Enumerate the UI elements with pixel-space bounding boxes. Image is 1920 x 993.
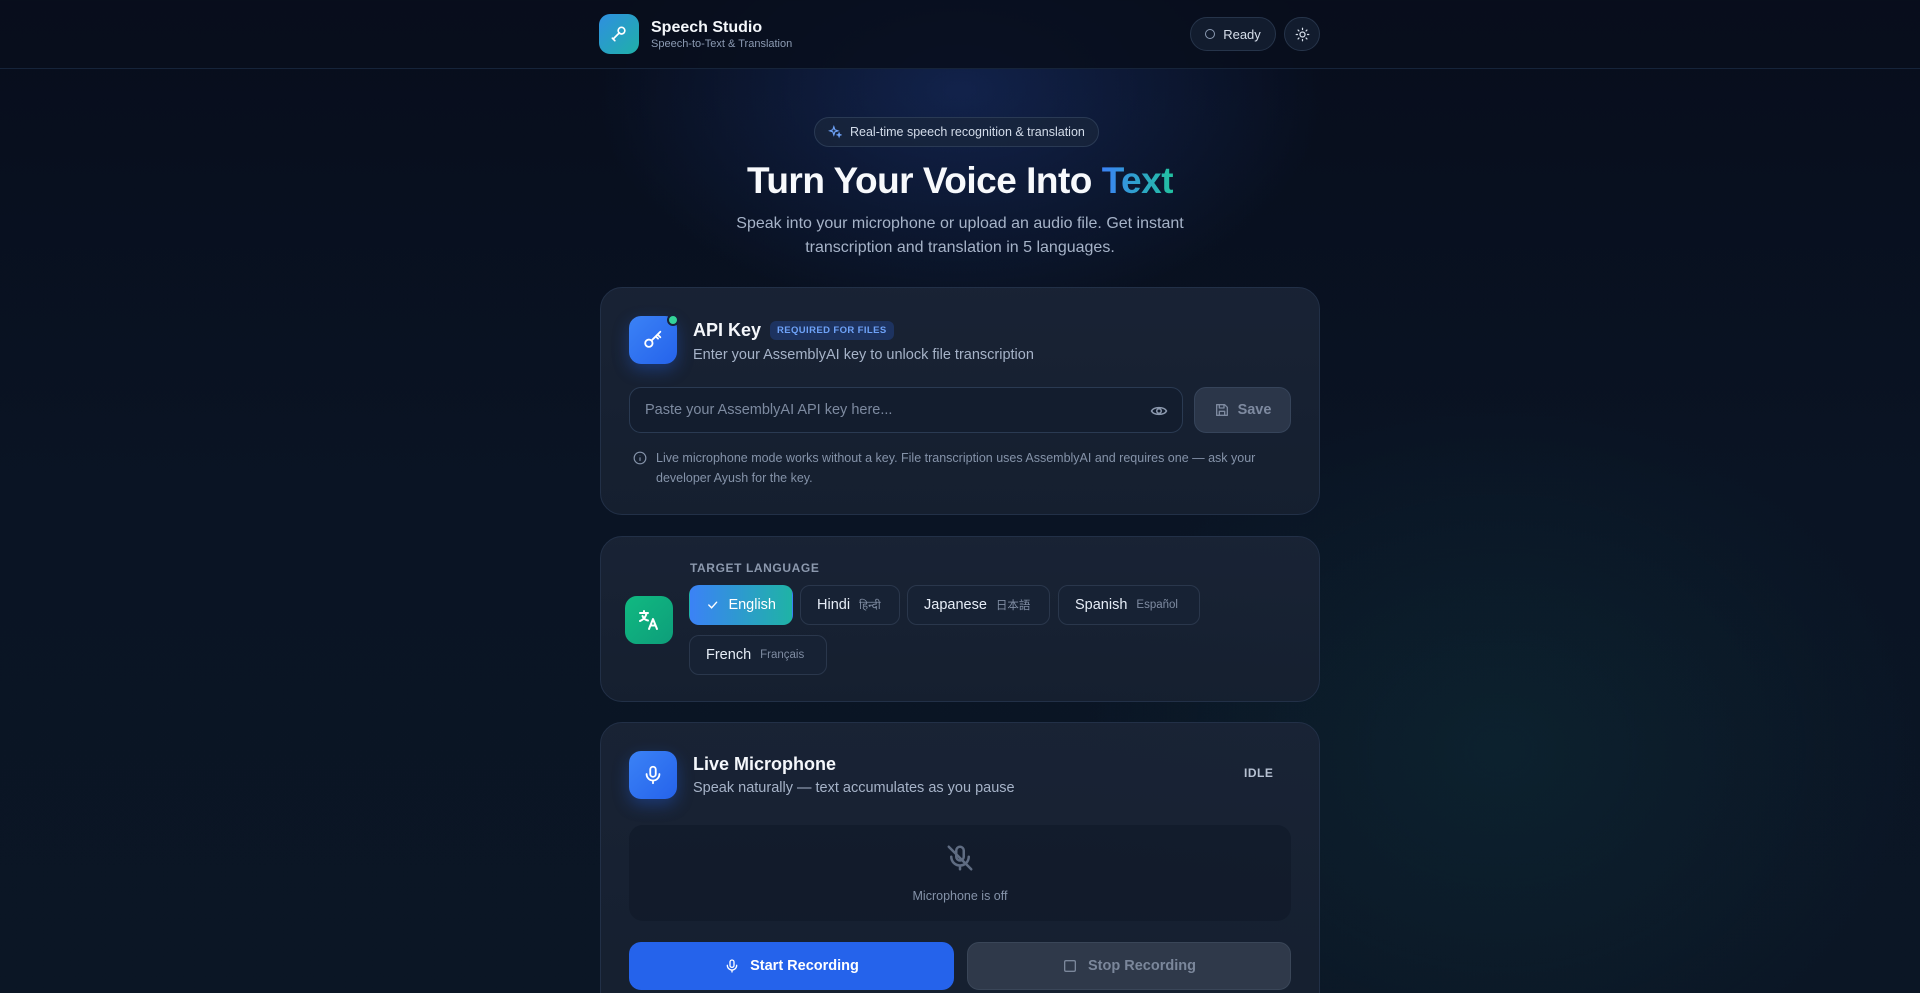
floppy-disk-icon (1215, 404, 1228, 416)
stop-square-icon (1064, 960, 1077, 972)
language-name: Spanish (1075, 597, 1128, 613)
status-text: Ready (1223, 26, 1261, 42)
live-mic-card: Live Microphone Speak naturally — text a… (600, 722, 1320, 993)
required-badge: REQUIRED FOR FILES (770, 321, 894, 340)
mic-icon (726, 959, 738, 973)
status-badge: Ready (1190, 17, 1276, 51)
hero-badge-text: Real-time speech recognition & translati… (850, 125, 1085, 139)
mic-off-label: Microphone is off (912, 889, 1008, 903)
language-option-english[interactable]: English (689, 585, 793, 625)
page-description: Speak into your microphone or upload an … (736, 215, 1184, 256)
language-name: English (728, 597, 776, 613)
language-card: TARGET LANGUAGE English Hindi हिन्दी Jap… (600, 536, 1320, 702)
start-recording-button[interactable]: Start Recording (629, 942, 954, 990)
app-subtitle: Speech-to-Text & Translation (651, 37, 793, 50)
language-name: Hindi (817, 597, 851, 613)
sun-icon (1295, 27, 1309, 41)
language-option-hindi[interactable]: Hindi हिन्दी (800, 585, 900, 625)
page-title-accent: Text (1101, 160, 1174, 201)
api-key-field (629, 387, 1183, 433)
language-option-french[interactable]: French Français (689, 635, 827, 675)
status-dot-icon (1205, 29, 1216, 39)
hero-badge: Real-time speech recognition & translati… (814, 117, 1099, 147)
key-status-dot (667, 314, 679, 326)
start-recording-label: Start Recording (750, 958, 859, 974)
mic-state-badge: IDLE (1244, 766, 1274, 780)
language-native: Español (1136, 599, 1178, 611)
stop-recording-label: Stop Recording (1088, 958, 1196, 974)
live-mic-subtitle: Speak naturally — text accumulates as yo… (693, 780, 1015, 796)
stop-recording-button[interactable]: Stop Recording (967, 942, 1291, 990)
language-label: TARGET LANGUAGE (690, 561, 820, 575)
page-title-main: Turn Your Voice Into (746, 160, 1092, 201)
language-option-spanish[interactable]: Spanish Español (1058, 585, 1200, 625)
eye-icon[interactable] (1150, 402, 1168, 420)
language-name: French (706, 647, 752, 663)
save-button[interactable]: Save (1194, 387, 1291, 433)
info-icon (633, 451, 647, 465)
save-label: Save (1237, 402, 1272, 418)
language-option-japanese[interactable]: Japanese 日本語 (907, 585, 1050, 625)
theme-toggle-button[interactable] (1284, 17, 1320, 51)
app-header: Speech Studio Speech-to-Text & Translati… (0, 0, 1920, 69)
mic-off-icon (947, 845, 973, 871)
translate-icon (625, 596, 673, 644)
api-key-info-text: Live microphone mode works without a key… (656, 451, 1256, 485)
microphone-icon (599, 14, 639, 54)
language-name: Japanese (924, 597, 987, 613)
api-key-card: API Key REQUIRED FOR FILES Enter your As… (600, 287, 1320, 515)
page-title: Turn Your Voice Into Text (0, 160, 1920, 202)
transcript-area: Microphone is off (629, 825, 1291, 921)
check-icon (708, 601, 718, 609)
mic-icon (629, 751, 677, 799)
language-native: Français (760, 649, 805, 661)
api-key-subtitle: Enter your AssemblyAI key to unlock file… (693, 347, 1034, 363)
language-native: हिन्दी (859, 599, 881, 612)
sparkles-icon (828, 125, 842, 139)
live-mic-title: Live Microphone (693, 754, 837, 774)
language-native: 日本語 (995, 600, 1031, 612)
api-key-input[interactable] (645, 402, 1125, 418)
brand[interactable]: Speech Studio Speech-to-Text & Translati… (599, 14, 792, 54)
app-title: Speech Studio (651, 18, 763, 36)
api-key-info: Live microphone mode works without a key… (633, 448, 1293, 488)
api-key-title: API Key (693, 320, 762, 340)
